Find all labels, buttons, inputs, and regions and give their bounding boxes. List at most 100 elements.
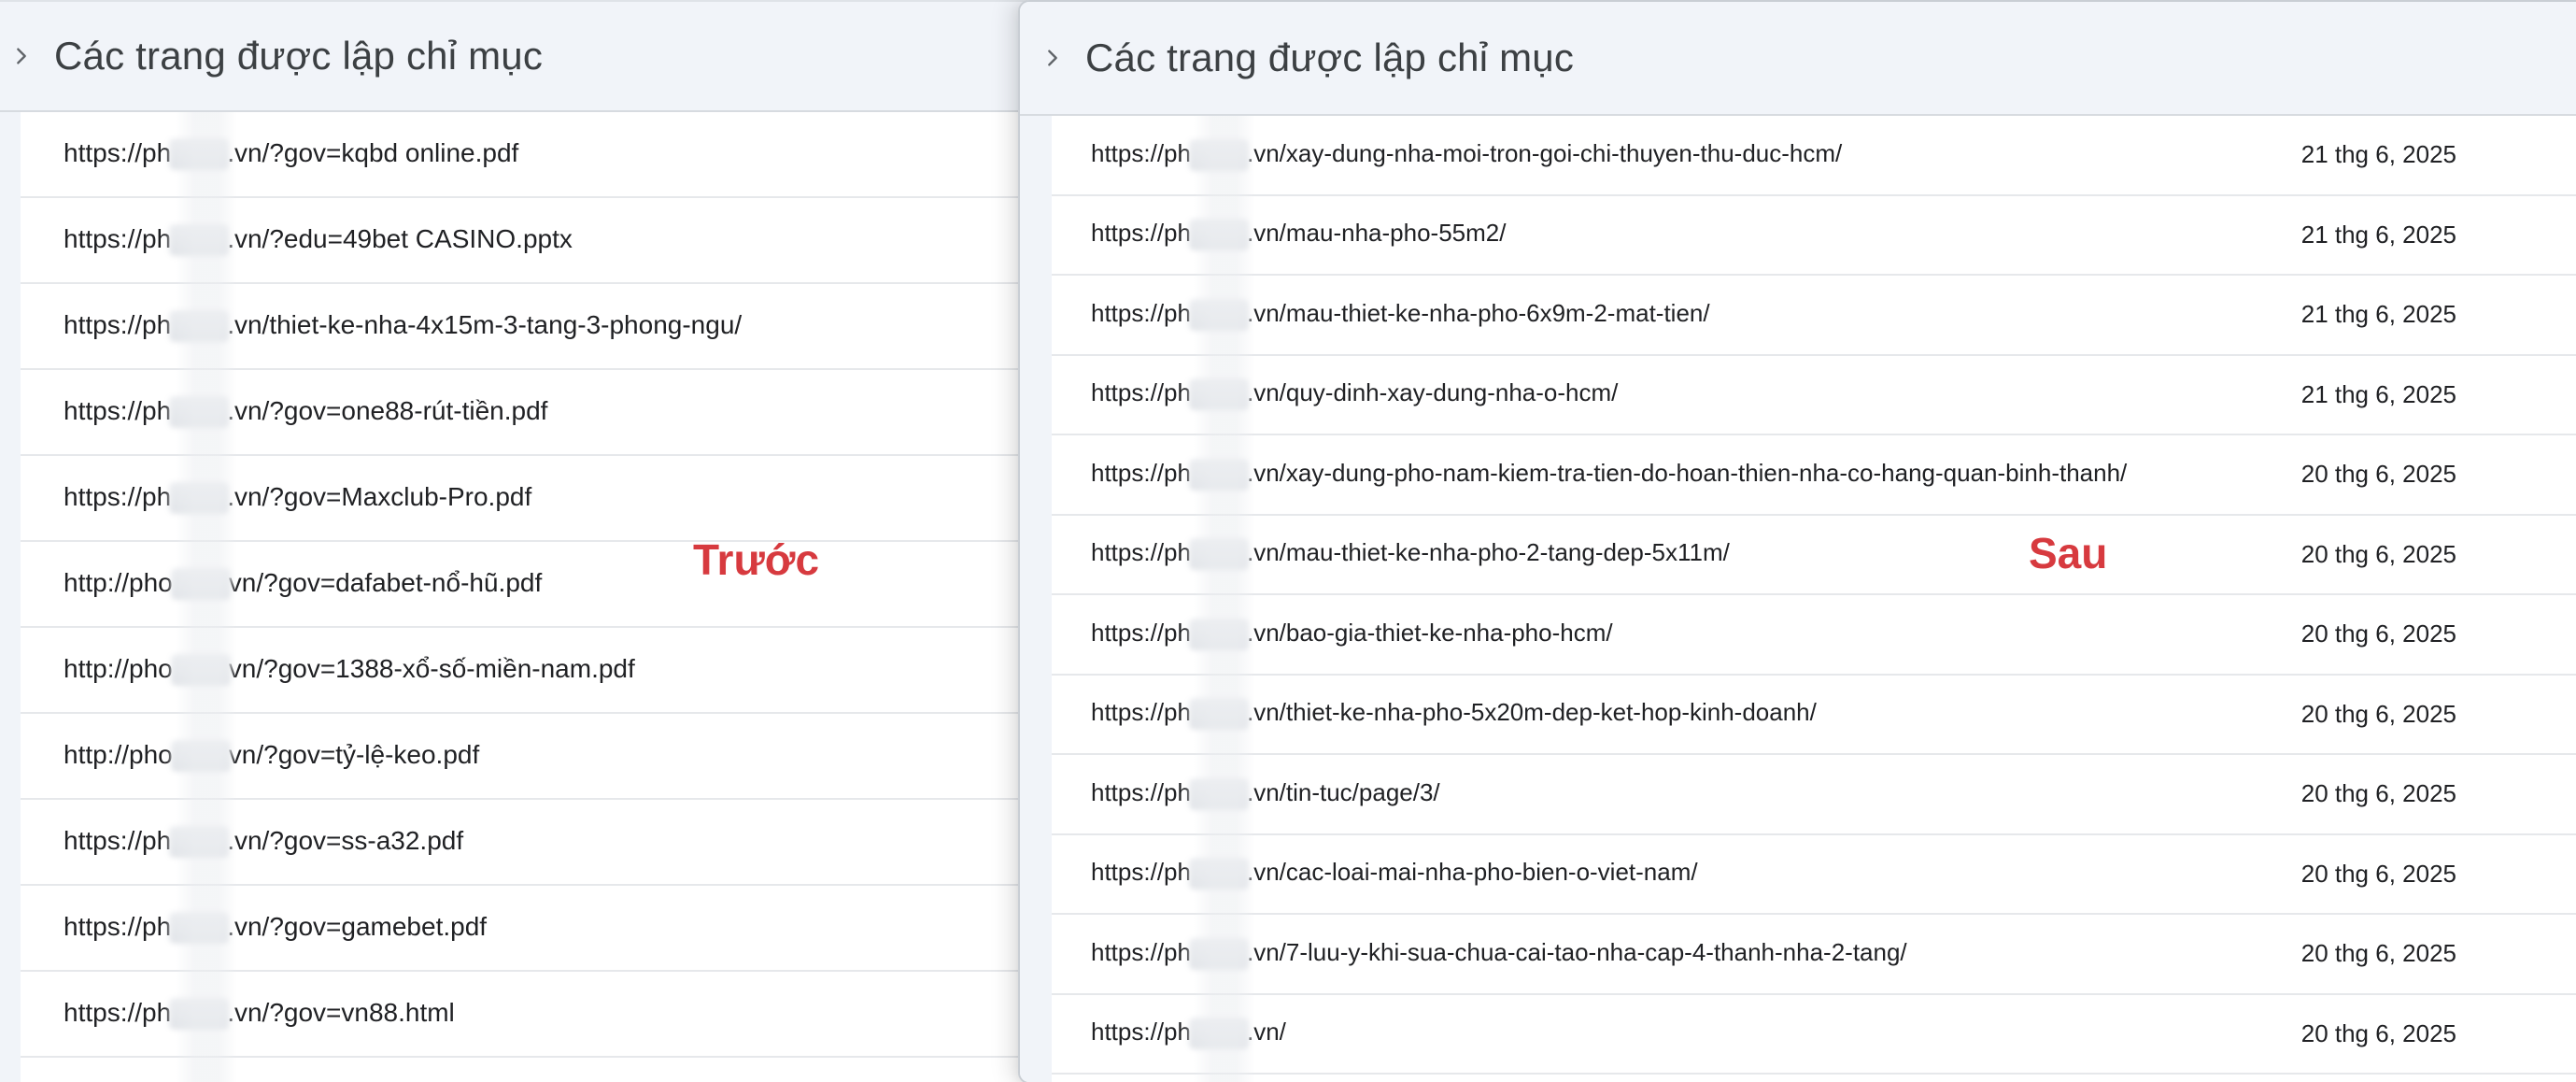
url-prefix: https://ph (1091, 458, 1191, 487)
url-path: .vn/mau-nha-pho-55m2/ (1246, 219, 1507, 248)
url-prefix: https://ph (64, 137, 172, 167)
page-url-link[interactable]: https://ph .vn/?edu=49bet CASINO.pptx (64, 224, 573, 257)
url-prefix: http://pho (64, 653, 173, 683)
last-crawled-date: 21 thg 6, 2025 (2300, 220, 2456, 249)
panel-title: Các trang được lập chỉ mục (54, 34, 544, 78)
url-prefix: https://ph (1091, 138, 1191, 167)
table-row[interactable]: http://pho vn/?gov=1388-xổ-số-miền-nam.pd… (21, 628, 1029, 714)
page-url-link[interactable]: https://ph .vn/thiet-ke-nha-pho-5x20m-dep… (1091, 698, 1817, 731)
page-url-link[interactable]: https://ph .vn/?gov=ss-a32.pdf (64, 826, 463, 859)
page-url-link[interactable]: http://pho vn/?gov=tỷ-lệ-keo.pdf (64, 740, 479, 773)
page-url-link[interactable]: https://ph .vn/?gov=kqbd online.pdf (64, 138, 518, 171)
url-path: .vn/thiet-ke-nha-4x15m-3-tang-3-phong-ng… (227, 309, 743, 339)
panel-header[interactable]: Các trang được lập chỉ mục (0, 2, 1027, 112)
table-row[interactable]: https://ph .vn/20 thg 6, 2025 (1052, 995, 2576, 1075)
url-path: .vn/?gov=gamebet.pdf (227, 911, 488, 941)
table-row[interactable]: https://ph .vn/tin-tuc/page/3/20 thg 6, 2… (1052, 755, 2576, 835)
last-crawled-date: 20 thg 6, 2025 (2300, 460, 2456, 489)
last-crawled-date: 20 thg 6, 2025 (2300, 539, 2456, 568)
url-path: .vn/?edu=49bet CASINO.pptx (227, 223, 573, 253)
redacted-domain (1188, 538, 1249, 571)
table-row[interactable]: https://ph .vn/thiet-ke-nha-4x15m-3-tang-… (21, 284, 1029, 370)
url-path: vn/?gov=dafabet-nổ-hũ.pdf (228, 567, 543, 597)
page-url-link[interactable]: https://ph .vn/7-luu-y-khi-sua-chua-cai-t… (1091, 938, 1907, 970)
table-row[interactable]: https://ph .vn/?gov=vn88.html (21, 972, 1029, 1058)
redacted-domain (1188, 138, 1249, 171)
table-row[interactable]: https://ph .vn/xay-dung-nha-moi-tron-goi-… (1052, 116, 2576, 196)
table-row[interactable]: http://pho vn/?gov=dafabet-nổ-hũ.pdf (21, 542, 1029, 628)
url-path: .vn/xay-dung-nha-moi-tron-goi-chi-thuyen… (1246, 138, 1843, 167)
url-prefix: https://ph (1091, 219, 1191, 248)
redacted-domain (1188, 618, 1249, 650)
last-crawled-date: 20 thg 6, 2025 (2300, 1018, 2456, 1047)
comparison-screenshot: Các trang được lập chỉ mục https://ph .vn… (0, 0, 2576, 1082)
page-url-link[interactable]: https://ph .vn/?gov=one88-rút-tiền.pdf (64, 396, 547, 429)
table-row[interactable]: https://ph .vn/mau-thiet-ke-nha-pho-2-tan… (1052, 516, 2576, 595)
page-url-link[interactable]: https://ph .vn/?gov=vn88.html (64, 998, 455, 1031)
page-url-link[interactable]: https://ph .vn/mau-nha-pho-55m2/ (1091, 219, 1507, 251)
table-row[interactable]: https://ph .vn/?gov=Maxclub-Pro.pdf (21, 456, 1029, 542)
url-path: .vn/quy-dinh-xay-dung-nha-o-hcm/ (1246, 378, 1619, 407)
last-crawled-date: 21 thg 6, 2025 (2300, 140, 2456, 169)
url-path: .vn/?gov=ss-a32.pdf (227, 825, 464, 855)
page-url-link[interactable]: https://ph .vn/mau-thiet-ke-nha-pho-6x9m-… (1091, 299, 1710, 331)
table-row[interactable]: https://ph .vn/xay-dung-pho-nam-kiem-tra-… (1052, 435, 2576, 516)
url-path: .vn/mau-thiet-ke-nha-pho-2-tang-dep-5x11… (1246, 538, 1730, 567)
table-row[interactable]: https://ph .vn/?gov=one88-rút-tiền.pdf (21, 370, 1029, 456)
page-url-link[interactable]: https://ph .vn/xay-dung-pho-nam-kiem-tra-… (1091, 459, 2127, 491)
table-row[interactable]: https://ph .vn/mau-nha-pho-55m2/21 thg 6,… (1052, 196, 2576, 276)
page-url-link[interactable]: https://ph .vn/?gov=gamebet.pdf (64, 912, 487, 945)
table-row[interactable]: https://ph .vn/mau-thiet-ke-nha-pho-6x9m-… (1052, 276, 2576, 356)
url-prefix: https://ph (1091, 538, 1191, 567)
table-row[interactable]: https://ph .vn/?edu=49bet CASINO.pptx (21, 198, 1029, 284)
page-url-link[interactable]: https://ph .vn/ (1091, 1018, 1286, 1050)
url-prefix: https://ph (1091, 698, 1191, 727)
redacted-domain (1188, 378, 1249, 411)
page-url-link[interactable]: https://ph .vn/xay-dung-nha-moi-tron-goi-… (1091, 139, 1842, 171)
url-prefix: http://pho (64, 567, 173, 597)
page-url-link[interactable]: http://pho vn/?gov=dafabet-nổ-hũ.pdf (64, 568, 542, 601)
url-prefix: https://ph (64, 997, 172, 1027)
url-path: .vn/?gov=vn88.html (227, 997, 455, 1027)
table-row[interactable]: https://ph .vn/?gov=ss-a32.pdf (21, 800, 1029, 886)
redacted-domain (169, 138, 230, 171)
page-url-link[interactable]: https://ph .vn/thiet-ke-nha-4x15m-3-tang-… (64, 310, 742, 343)
url-list: https://ph .vn/?gov=kqbd online.pdf https:… (21, 112, 1029, 1058)
redacted-domain (1188, 298, 1249, 331)
redacted-domain (1188, 698, 1249, 731)
url-prefix: https://ph (1091, 777, 1191, 806)
page-url-link[interactable]: https://ph .vn/bao-gia-thiet-ke-nha-pho-h… (1091, 619, 1613, 650)
table-row[interactable]: http://pho vn/?gov=tỷ-lệ-keo.pdf (21, 714, 1029, 800)
url-prefix: https://ph (64, 309, 172, 339)
table-row[interactable]: https://ph .vn/thiet-ke-nha-pho-5x20m-dep… (1052, 676, 2576, 755)
table-row[interactable]: https://ph .vn/?gov=kqbd online.pdf (21, 112, 1029, 198)
indexed-pages-panel-after: Các trang được lập chỉ mục https://ph .vn… (1018, 0, 2576, 1082)
indexed-pages-panel-before: Các trang được lập chỉ mục https://ph .vn… (0, 0, 1029, 1082)
url-path: .vn/tin-tuc/page/3/ (1246, 777, 1440, 806)
page-url-link[interactable]: https://ph .vn/mau-thiet-ke-nha-pho-2-tan… (1091, 538, 1730, 571)
table-row[interactable]: https://ph .vn/quy-dinh-xay-dung-nha-o-hc… (1052, 356, 2576, 435)
table-row[interactable]: https://ph .vn/?gov=gamebet.pdf (21, 886, 1029, 972)
table-row[interactable]: https://ph .vn/bao-gia-thiet-ke-nha-pho-h… (1052, 595, 2576, 676)
url-path: .vn/?gov=Maxclub-Pro.pdf (227, 481, 532, 511)
redacted-domain (169, 912, 230, 945)
page-url-link[interactable]: https://ph .vn/quy-dinh-xay-dung-nha-o-hc… (1091, 378, 1619, 411)
chevron-right-icon[interactable] (1040, 46, 1065, 70)
page-url-link[interactable]: https://ph .vn/tin-tuc/page/3/ (1091, 778, 1440, 810)
redacted-domain (1188, 1018, 1249, 1050)
redacted-domain (170, 654, 231, 687)
redacted-domain (169, 826, 230, 859)
redacted-domain (1188, 777, 1249, 810)
table-row[interactable]: https://ph .vn/7-luu-y-khi-sua-chua-cai-t… (1052, 915, 2576, 995)
page-url-link[interactable]: https://ph .vn/?gov=Maxclub-Pro.pdf (64, 482, 531, 515)
url-prefix: https://ph (1091, 937, 1191, 966)
redacted-domain (169, 998, 230, 1031)
table-row[interactable]: https://ph .vn/cac-loai-mai-nha-pho-bien-… (1052, 835, 2576, 915)
chevron-right-icon[interactable] (9, 44, 34, 68)
panel-header[interactable]: Các trang được lập chỉ mục (1020, 2, 2576, 116)
left-gutter (0, 112, 21, 1082)
page-url-link[interactable]: http://pho vn/?gov=1388-xổ-số-miền-nam.pd… (64, 654, 635, 687)
page-url-link[interactable]: https://ph .vn/cac-loai-mai-nha-pho-bien-… (1091, 858, 1698, 890)
url-prefix: https://ph (1091, 858, 1191, 887)
url-path: .vn/7-luu-y-khi-sua-chua-cai-tao-nha-cap… (1246, 937, 1907, 966)
